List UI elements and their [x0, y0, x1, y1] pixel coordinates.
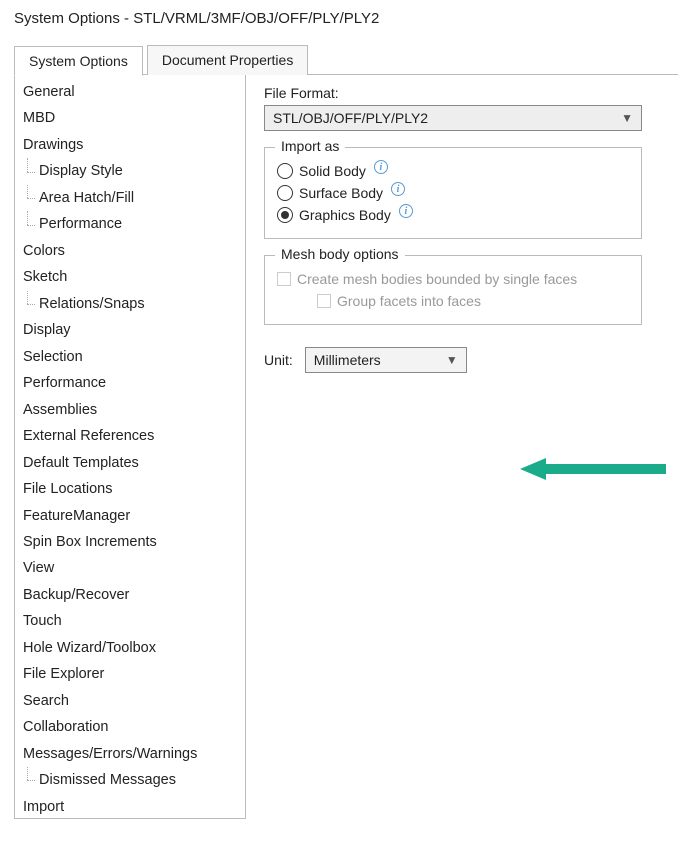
import-as-group: Import as Solid Body i Surface Body i Gr… — [264, 147, 642, 239]
tree-item[interactable]: Collaboration — [15, 714, 245, 740]
radio-label: Graphics Body — [299, 207, 391, 223]
check-label: Create mesh bodies bounded by single fac… — [297, 271, 577, 287]
tree-item[interactable]: Relations/Snaps — [15, 291, 245, 317]
tab-system-options[interactable]: System Options — [14, 46, 143, 76]
radio-icon — [277, 207, 293, 223]
info-icon[interactable]: i — [374, 160, 388, 174]
main-panel: File Format: STL/OBJ/OFF/PLY/PLY2 ▼ Impo… — [246, 75, 678, 819]
radio-icon — [277, 163, 293, 179]
tree-item[interactable]: Drawings — [15, 132, 245, 158]
tree-item[interactable]: Default Templates — [15, 450, 245, 476]
tree-item[interactable]: Dismissed Messages — [15, 767, 245, 793]
info-icon[interactable]: i — [391, 182, 405, 196]
tree-item[interactable]: Assemblies — [15, 397, 245, 423]
tabs: System Options Document Properties — [14, 45, 678, 75]
tree-item[interactable]: Spin Box Increments — [15, 529, 245, 555]
tab-document-properties[interactable]: Document Properties — [147, 45, 309, 75]
radio-graphics-body[interactable]: Graphics Body i — [277, 204, 629, 226]
check-create-mesh: Create mesh bodies bounded by single fac… — [277, 268, 629, 290]
tree-item[interactable]: Area Hatch/Fill — [15, 185, 245, 211]
tree-item[interactable]: Messages/Errors/Warnings — [15, 741, 245, 767]
mesh-legend: Mesh body options — [275, 246, 405, 262]
tree-item[interactable]: Sketch — [15, 264, 245, 290]
file-format-dropdown[interactable]: STL/OBJ/OFF/PLY/PLY2 ▼ — [264, 105, 642, 131]
chevron-down-icon: ▼ — [446, 353, 458, 367]
radio-surface-body[interactable]: Surface Body i — [277, 182, 629, 204]
unit-label: Unit: — [264, 352, 293, 368]
tree-item[interactable]: Search — [15, 688, 245, 714]
tree-item[interactable]: General — [15, 79, 245, 105]
window-title: System Options - STL/VRML/3MF/OBJ/OFF/PL… — [14, 10, 678, 27]
tree-item[interactable]: Performance — [15, 211, 245, 237]
annotation-arrow — [520, 458, 666, 480]
tree-item[interactable]: Import — [15, 794, 245, 819]
radio-label: Surface Body — [299, 185, 383, 201]
radio-icon — [277, 185, 293, 201]
options-tree: GeneralMBDDrawingsDisplay StyleArea Hatc… — [14, 75, 246, 819]
mesh-options-group: Mesh body options Create mesh bodies bou… — [264, 255, 642, 325]
tree-item[interactable]: MBD — [15, 105, 245, 131]
tree-item[interactable]: Selection — [15, 344, 245, 370]
radio-solid-body[interactable]: Solid Body i — [277, 160, 629, 182]
checkbox-icon — [317, 294, 331, 308]
unit-dropdown[interactable]: Millimeters ▼ — [305, 347, 467, 373]
radio-label: Solid Body — [299, 163, 366, 179]
checkbox-icon — [277, 272, 291, 286]
tree-item[interactable]: Hole Wizard/Toolbox — [15, 635, 245, 661]
file-format-value: STL/OBJ/OFF/PLY/PLY2 — [273, 110, 428, 126]
unit-value: Millimeters — [314, 352, 381, 368]
tree-item[interactable]: File Locations — [15, 476, 245, 502]
tree-item[interactable]: Display — [15, 317, 245, 343]
tree-item[interactable]: View — [15, 555, 245, 581]
tree-item[interactable]: Colors — [15, 238, 245, 264]
info-icon[interactable]: i — [399, 204, 413, 218]
tree-item[interactable]: Display Style — [15, 158, 245, 184]
tree-item[interactable]: File Explorer — [15, 661, 245, 687]
chevron-down-icon: ▼ — [621, 111, 633, 125]
check-label: Group facets into faces — [337, 293, 481, 309]
tree-item[interactable]: External References — [15, 423, 245, 449]
import-as-legend: Import as — [275, 138, 345, 154]
tree-item[interactable]: Touch — [15, 608, 245, 634]
tree-item[interactable]: Performance — [15, 370, 245, 396]
check-group-facets: Group facets into faces — [317, 290, 629, 312]
tree-item[interactable]: FeatureManager — [15, 503, 245, 529]
tree-item[interactable]: Backup/Recover — [15, 582, 245, 608]
file-format-label: File Format: — [264, 85, 678, 101]
